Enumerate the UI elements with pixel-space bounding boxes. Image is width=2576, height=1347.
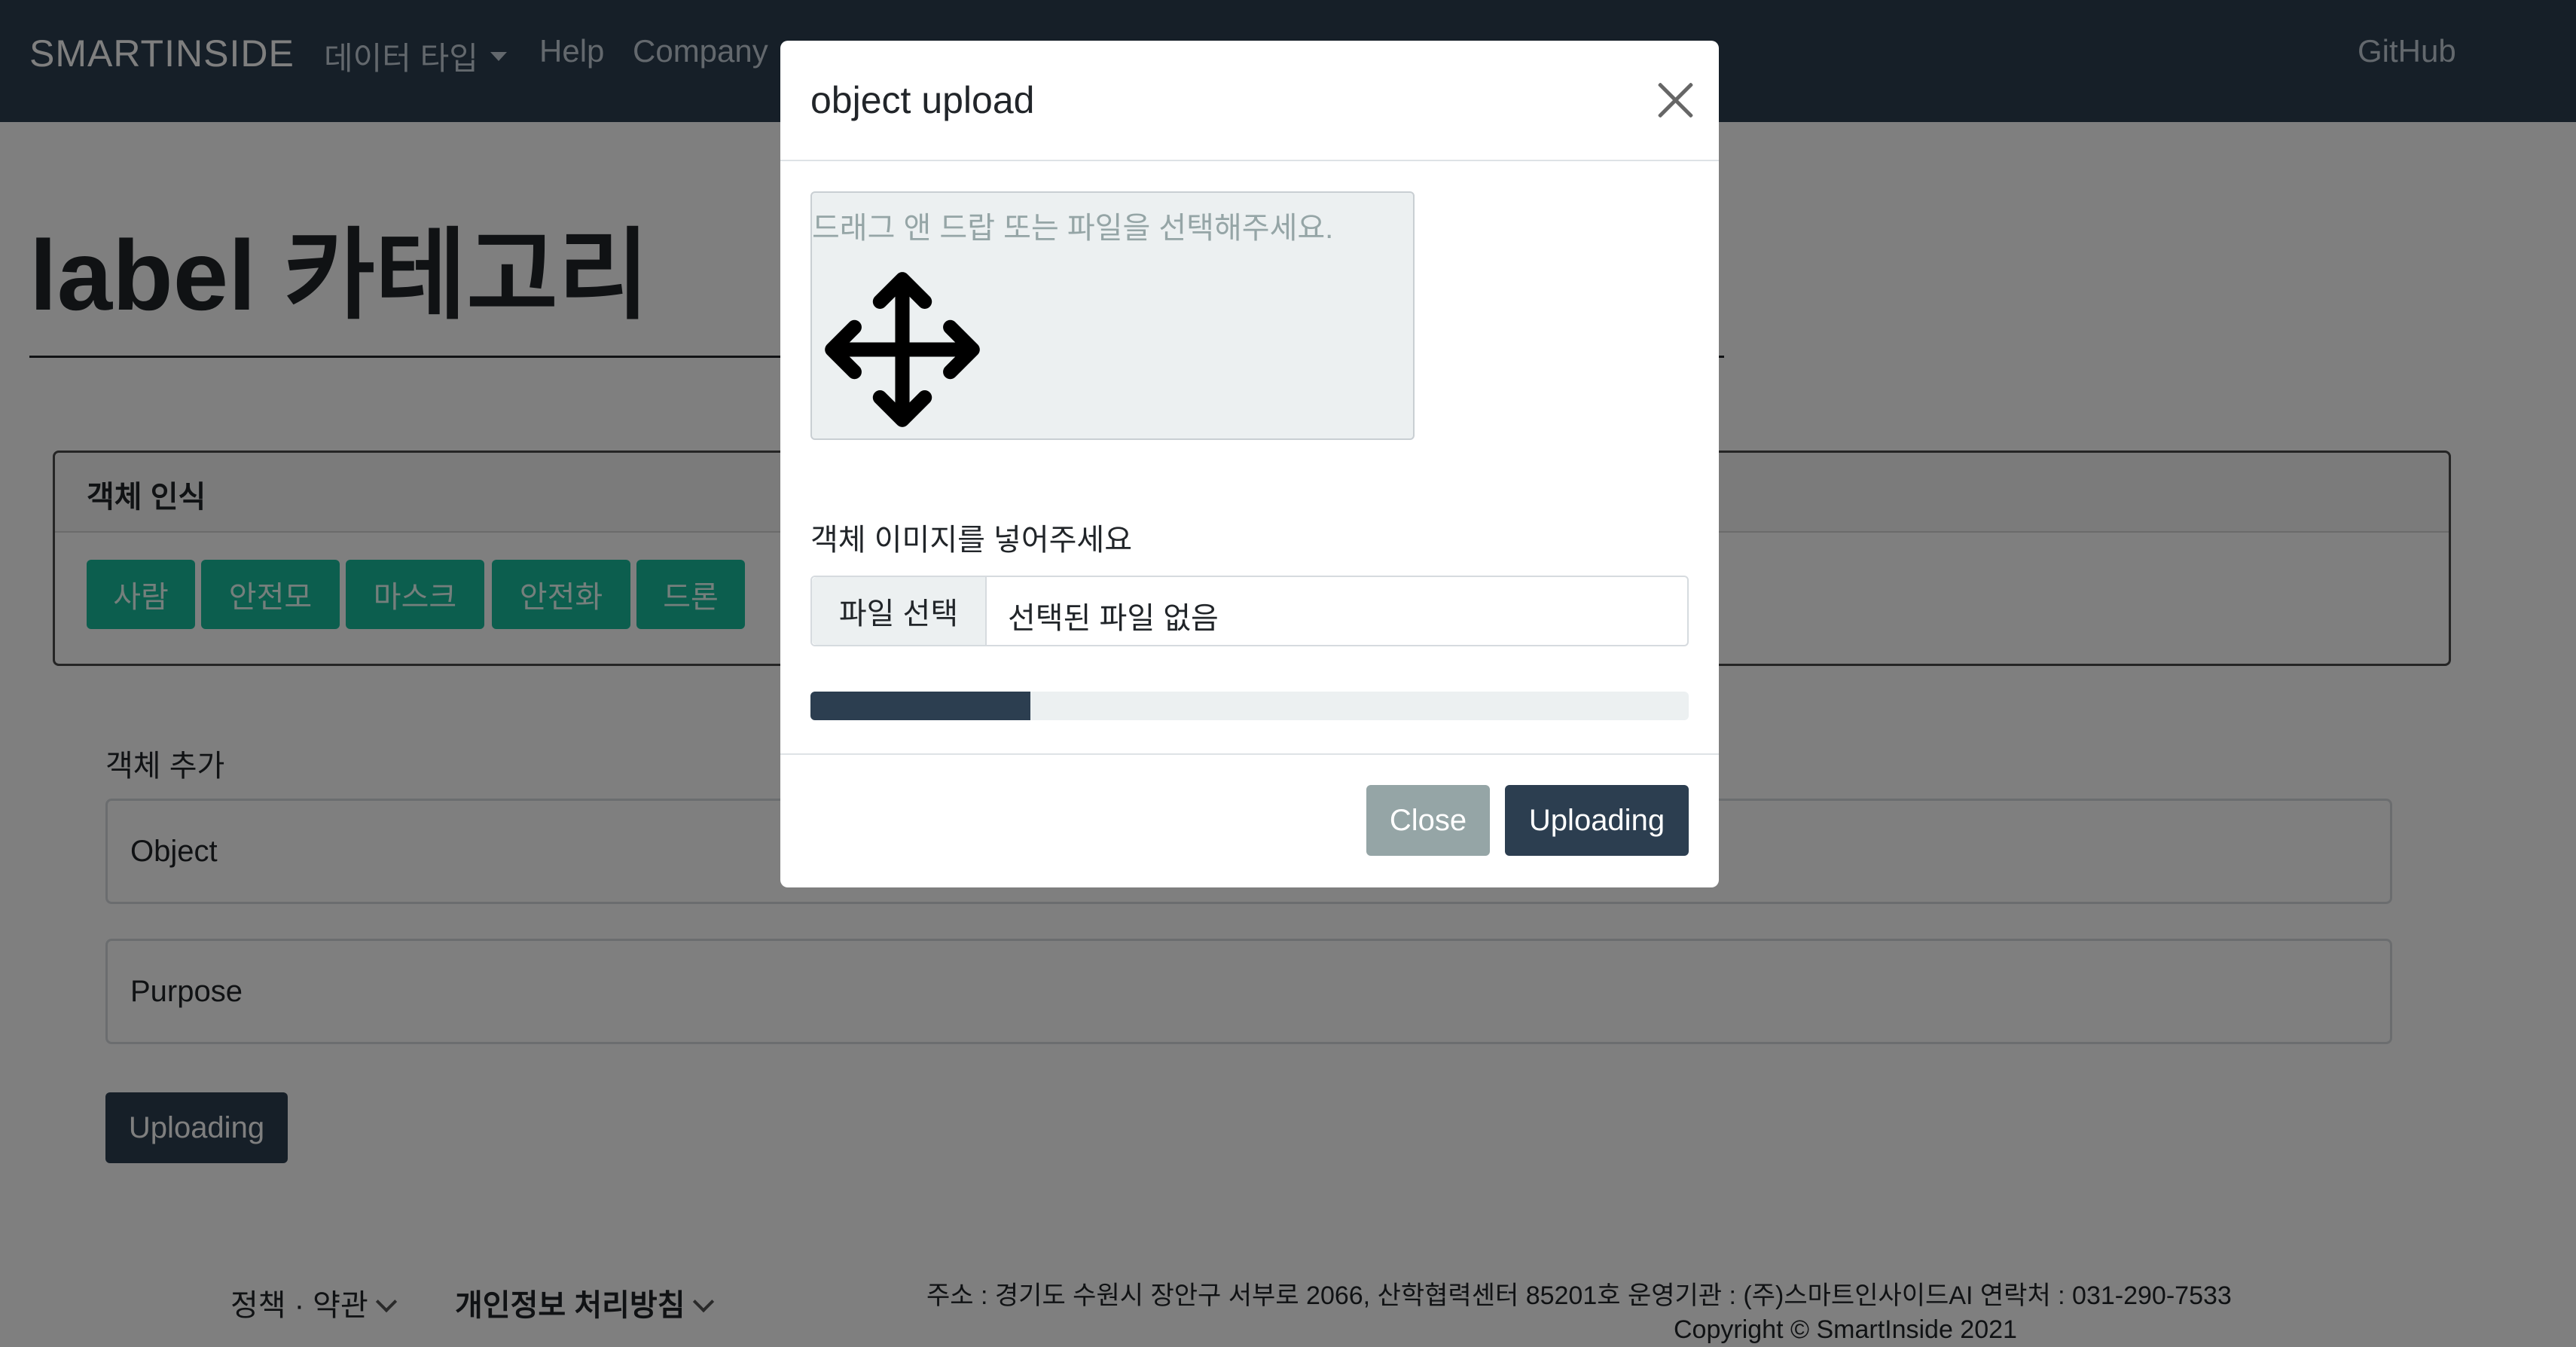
close-icon[interactable] [1657, 81, 1695, 119]
modal-header: object upload [780, 41, 1719, 161]
modal-title: object upload [810, 79, 1035, 121]
upload-progress-bar [810, 692, 1030, 720]
modal-footer: Close Uploading [780, 753, 1719, 889]
close-button[interactable]: Close [1366, 785, 1490, 856]
upload-modal: object upload 드래그 앤 드랍 또는 파일을 선택해주세요. 객체… [780, 41, 1719, 887]
file-dropzone[interactable]: 드래그 앤 드랍 또는 파일을 선택해주세요. [810, 191, 1415, 440]
move-icon [825, 272, 980, 427]
file-name-text: 선택된 파일 없음 [1008, 602, 1219, 635]
file-input-label: 객체 이미지를 넣어주세요 [810, 524, 1133, 557]
choose-file-button[interactable]: 파일 선택 [812, 577, 987, 645]
modal-uploading-button[interactable]: Uploading [1505, 785, 1689, 856]
file-input[interactable]: 파일 선택 선택된 파일 없음 [810, 576, 1689, 646]
upload-progress [810, 692, 1689, 720]
dropzone-text: 드래그 앤 드랍 또는 파일을 선택해주세요. [812, 212, 1334, 245]
